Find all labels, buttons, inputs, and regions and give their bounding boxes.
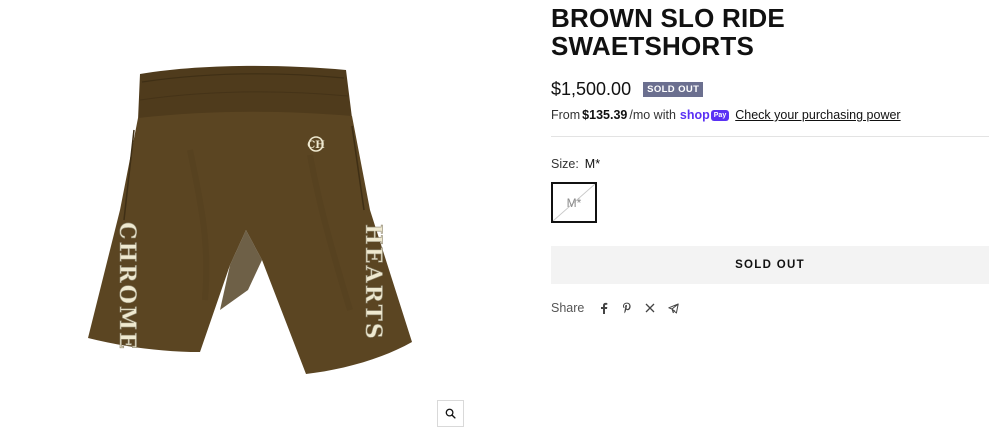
share-row: Share	[551, 300, 989, 316]
share-label: Share	[551, 301, 585, 315]
divider	[551, 136, 989, 137]
size-label: Size:	[551, 157, 579, 171]
magnifier-icon	[445, 408, 456, 419]
product-image[interactable]: CH CHROME HEARTS	[80, 60, 425, 380]
facebook-icon[interactable]	[598, 302, 610, 314]
installments-amount: $135.39	[582, 108, 628, 122]
shop-pay-logo: shop Pay	[679, 108, 730, 122]
installments-prefix: From	[551, 108, 581, 122]
right-leg-print: HEARTS	[360, 224, 386, 341]
installments-suffix: /mo with	[629, 108, 676, 122]
product-gallery: CH CHROME HEARTS	[0, 0, 530, 440]
purchasing-power-link[interactable]: Check your purchasing power	[735, 108, 900, 122]
telegram-icon[interactable]	[667, 302, 679, 314]
size-option-label: M*	[566, 195, 582, 210]
size-selected-value: M*	[584, 157, 601, 171]
product-title-line2: SWAETSHORTS	[551, 31, 754, 61]
product-title: BROWN SLO RIDE SWAETSHORTS	[551, 4, 989, 60]
installments-banner: From $135.39 /mo with shop Pay Check you…	[551, 106, 989, 124]
shop-pay-pill: Pay	[710, 109, 730, 121]
product-info: BROWN SLO RIDE SWAETSHORTS $1,500.00 SOL…	[551, 0, 989, 316]
x-icon[interactable]	[644, 302, 656, 314]
product-title-line1: BROWN SLO RIDE	[551, 3, 785, 33]
sold-out-badge: SOLD OUT	[643, 81, 704, 97]
logo-mark-text: CH	[307, 140, 324, 151]
pinterest-icon[interactable]	[621, 302, 633, 314]
sold-out-button[interactable]: SOLD OUT	[551, 246, 989, 284]
size-label-row: Size: M*	[551, 157, 989, 173]
size-option-m[interactable]: M*	[551, 182, 597, 223]
shop-pay-word: shop	[679, 108, 710, 122]
product-price: $1,500.00	[551, 78, 632, 99]
zoom-button[interactable]	[437, 400, 464, 427]
price-row: $1,500.00 SOLD OUT	[551, 78, 989, 100]
left-leg-print: CHROME	[114, 222, 140, 351]
